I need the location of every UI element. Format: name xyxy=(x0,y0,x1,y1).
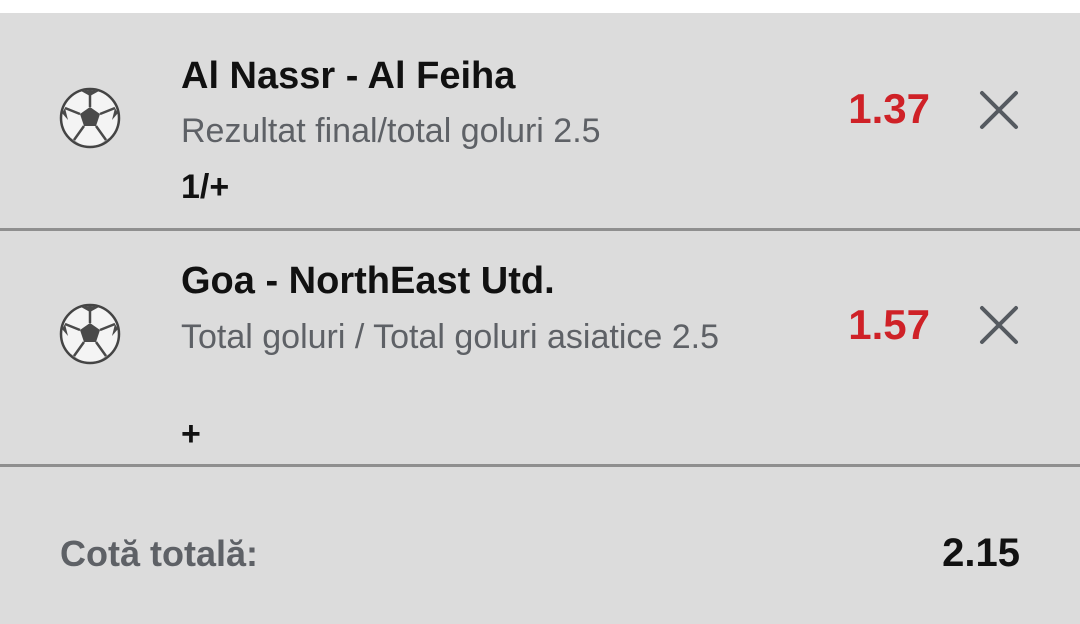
bet-item: Al Nassr - Al Feiha Rezultat final/total… xyxy=(0,13,1080,231)
bet-item: Goa - NorthEast Utd. Total goluri / Tota… xyxy=(0,231,1080,467)
top-strip xyxy=(0,0,1080,13)
soccer-ball-icon xyxy=(59,303,121,365)
selection: 1/+ xyxy=(181,168,230,206)
odds-value: 1.37 xyxy=(848,85,930,132)
match-name: Al Nassr - Al Feiha xyxy=(181,55,516,97)
market-name: Total goluri / Total goluri asiatice 2.5 xyxy=(181,318,720,356)
selection: + xyxy=(181,415,201,453)
match-name: Goa - NorthEast Utd. xyxy=(181,260,555,302)
total-odds-value: 2.15 xyxy=(942,531,1020,575)
total-odds-label: Cotă totală: xyxy=(60,533,258,574)
close-icon[interactable] xyxy=(972,83,1026,137)
odds-value: 1.57 xyxy=(848,301,930,348)
market-name: Rezultat final/total goluri 2.5 xyxy=(181,112,601,150)
close-icon[interactable] xyxy=(972,298,1026,352)
soccer-ball-icon xyxy=(59,87,121,149)
